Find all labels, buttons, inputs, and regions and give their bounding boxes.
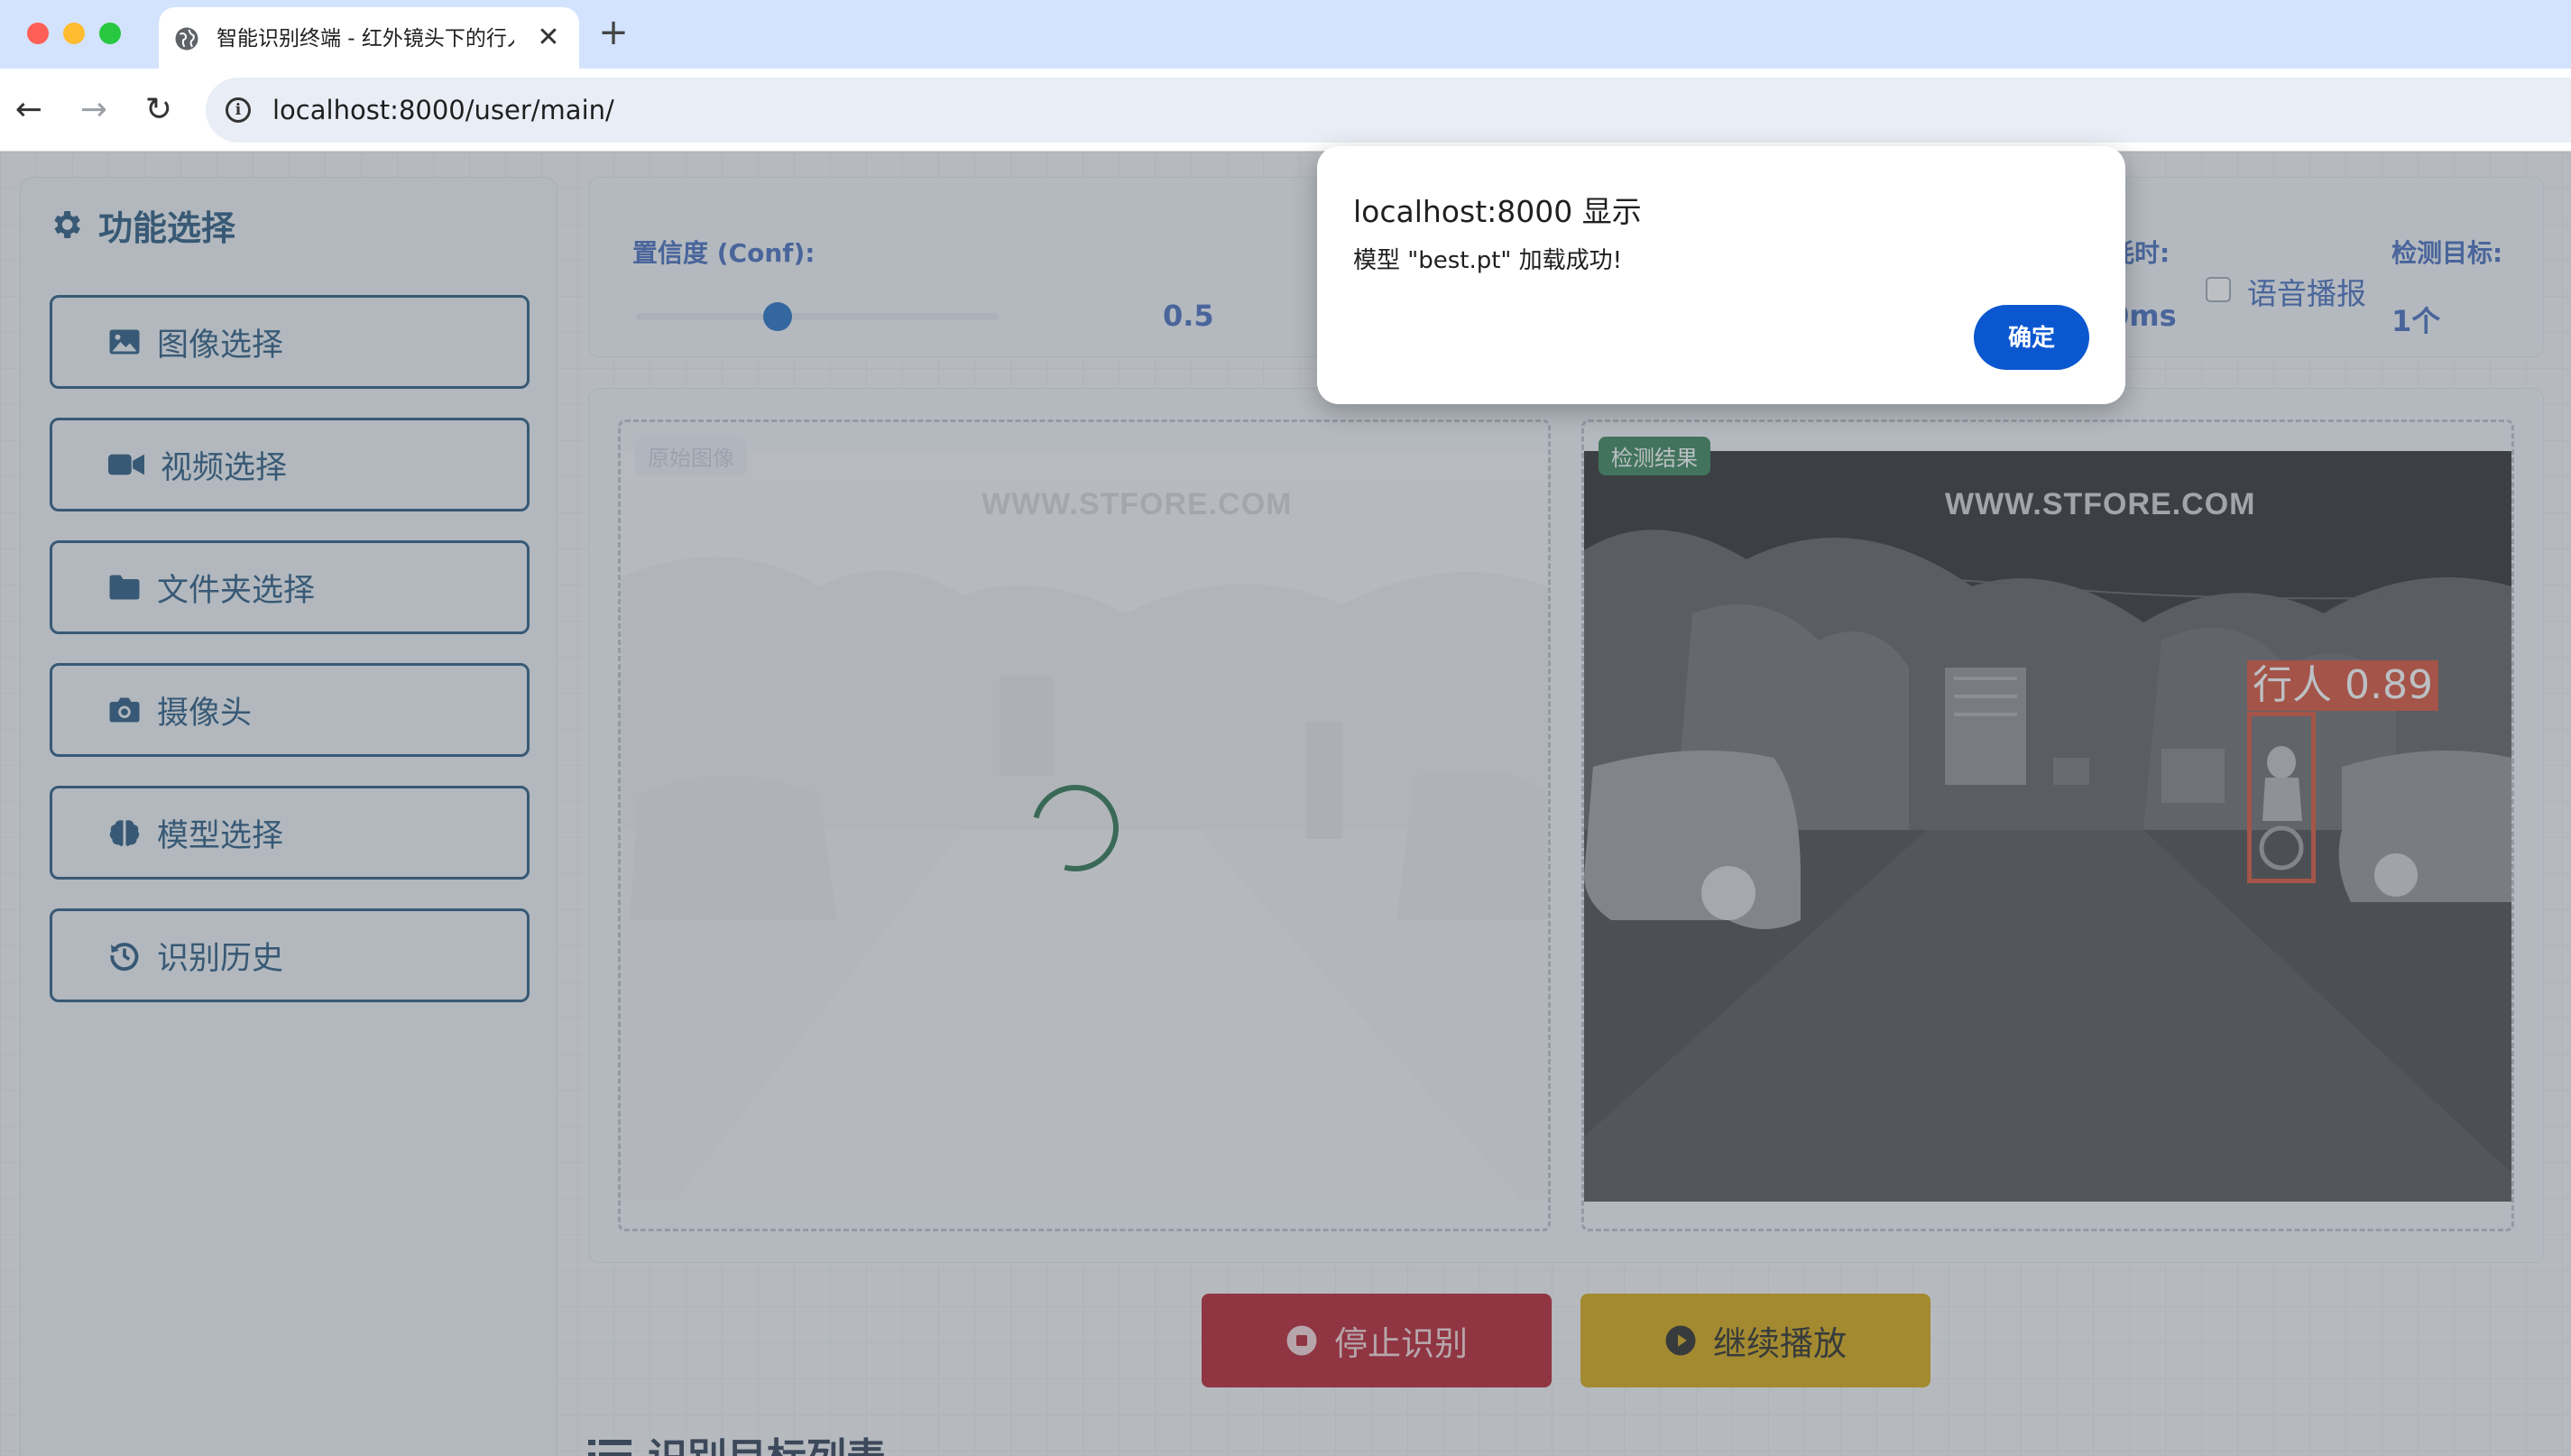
back-arrow-icon[interactable]: ← bbox=[7, 88, 51, 132]
alert-dialog: localhost:8000 显示 模型 "best.pt" 加载成功! 确定 bbox=[1317, 146, 2125, 404]
dialog-ok-button[interactable]: 确定 bbox=[1974, 305, 2089, 370]
window-maximize-button[interactable] bbox=[99, 23, 121, 44]
tab-title: 智能识别终端 - 红外镜头下的行人检测 bbox=[217, 27, 514, 51]
globe-icon bbox=[175, 27, 198, 51]
dialog-message: 模型 "best.pt" 加载成功! bbox=[1353, 247, 1623, 274]
modal-overlay bbox=[0, 152, 2571, 1456]
window-close-button[interactable] bbox=[27, 23, 49, 44]
browser-tab-bar: 智能识别终端 - 红外镜头下的行人检测 ✕ + bbox=[0, 0, 2571, 69]
new-tab-button[interactable]: + bbox=[595, 13, 631, 52]
window-minimize-button[interactable] bbox=[63, 23, 85, 44]
url-text[interactable]: localhost:8000/user/main/ bbox=[272, 94, 614, 126]
browser-toolbar: ← → ↻ i localhost:8000/user/main/ bbox=[0, 69, 2571, 152]
browser-tab[interactable]: 智能识别终端 - 红外镜头下的行人检测 ✕ bbox=[159, 7, 579, 69]
reload-icon[interactable]: ↻ bbox=[137, 88, 180, 132]
address-bar[interactable]: i localhost:8000/user/main/ bbox=[206, 78, 2571, 143]
dialog-title: localhost:8000 显示 bbox=[1353, 194, 1642, 229]
tab-close-icon[interactable]: ✕ bbox=[530, 20, 567, 56]
forward-arrow-icon[interactable]: → bbox=[72, 88, 115, 132]
site-info-icon[interactable]: i bbox=[226, 97, 251, 123]
